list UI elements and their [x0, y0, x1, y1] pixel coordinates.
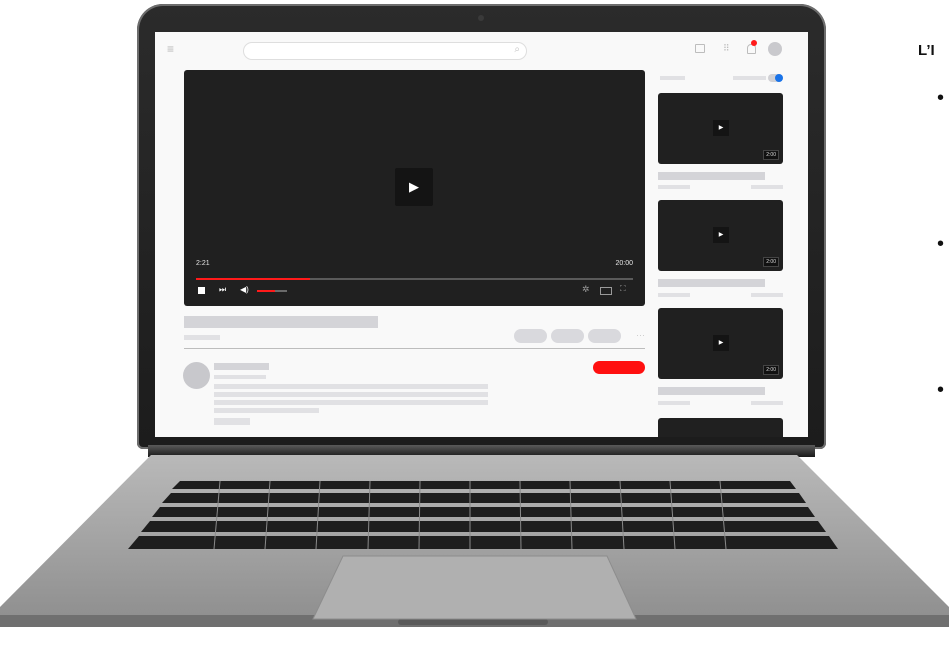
apps-grid-icon[interactable]: ⠿: [723, 43, 730, 54]
sidebar-video-title-placeholder: [658, 387, 765, 395]
like-button[interactable]: [514, 329, 547, 343]
sidebar-video-thumbnail[interactable]: ▶ 2:00: [658, 93, 783, 164]
bullet: •: [937, 233, 945, 255]
sidebar-video-meta-placeholder: [658, 185, 690, 189]
subscriber-count-placeholder: [214, 375, 266, 379]
current-time: 2:21: [196, 260, 210, 267]
side-heading: L’I: [918, 42, 935, 59]
progress-fill: [196, 278, 310, 280]
description-line: [214, 392, 488, 397]
view-count-placeholder: [184, 335, 220, 340]
sidebar-video-thumbnail[interactable]: ▶ 2:00: [658, 200, 783, 271]
webcam: [478, 15, 484, 21]
duration-badge: 2:00: [763, 365, 779, 375]
menu-icon[interactable]: ≡: [167, 43, 174, 55]
notification-badge: [751, 40, 757, 46]
subscribe-button[interactable]: [593, 361, 645, 374]
avatar[interactable]: [768, 42, 782, 56]
play-icon[interactable]: ▶: [395, 168, 433, 206]
more-icon[interactable]: ···: [636, 330, 645, 340]
sidebar-video-meta-placeholder: [751, 185, 783, 189]
theater-mode-icon[interactable]: [600, 287, 612, 295]
autoplay-label-placeholder: [733, 76, 766, 80]
skip-next-icon[interactable]: ⏭: [219, 285, 226, 295]
play-icon: ▶: [713, 335, 729, 351]
screen: ≡ ⌕ ⠿ ▶ 2:21 20:00 ⏭ ◀) ✲ ⛶ ··· ▶ 2:00 ▶…: [155, 32, 808, 437]
video-camera-icon[interactable]: [695, 44, 705, 53]
description-line: [214, 384, 488, 389]
video-player[interactable]: ▶ 2:21 20:00 ⏭ ◀) ✲ ⛶: [184, 70, 645, 306]
progress-bar[interactable]: [196, 278, 633, 280]
stop-icon[interactable]: [198, 287, 205, 294]
sidebar-video-meta-placeholder: [751, 293, 783, 297]
channel-name-placeholder: [214, 363, 269, 370]
bullet: •: [937, 87, 945, 109]
sidebar-video-title-placeholder: [658, 172, 765, 180]
sidebar-video-thumbnail[interactable]: ▶ 2:00: [658, 308, 783, 379]
video-title-placeholder: [184, 316, 378, 328]
divider: [184, 348, 645, 349]
search-input[interactable]: ⌕: [243, 42, 527, 60]
total-duration: 20:00: [615, 260, 633, 267]
channel-avatar[interactable]: [183, 362, 210, 389]
play-icon: ▶: [713, 120, 729, 136]
bullet: •: [937, 379, 945, 401]
autoplay-toggle[interactable]: [768, 74, 783, 82]
sidebar-video-meta-placeholder: [658, 401, 690, 405]
sidebar-video-meta-placeholder: [751, 401, 783, 405]
volume-slider[interactable]: [257, 290, 287, 292]
duration-badge: 2:00: [763, 150, 779, 160]
sidebar-video-meta-placeholder: [658, 293, 690, 297]
fullscreen-icon[interactable]: ⛶: [620, 284, 626, 294]
description-line: [214, 408, 319, 413]
play-icon: ▶: [713, 227, 729, 243]
show-more-placeholder[interactable]: [214, 418, 250, 425]
search-icon[interactable]: ⌕: [514, 44, 520, 55]
description-line: [214, 400, 488, 405]
settings-icon[interactable]: ✲: [582, 284, 590, 295]
sidebar-video-thumbnail[interactable]: [658, 418, 783, 437]
duration-badge: 2:00: [763, 257, 779, 267]
laptop-keyboard-deck: [0, 455, 949, 627]
top-bar: ≡ ⌕ ⠿: [155, 32, 808, 66]
volume-icon[interactable]: ◀): [240, 285, 249, 294]
toggle-knob: [775, 74, 783, 82]
save-button[interactable]: [588, 329, 621, 343]
up-next-label-placeholder: [660, 76, 685, 80]
share-button[interactable]: [551, 329, 584, 343]
volume-fill: [257, 290, 275, 292]
sidebar-video-title-placeholder: [658, 279, 765, 287]
